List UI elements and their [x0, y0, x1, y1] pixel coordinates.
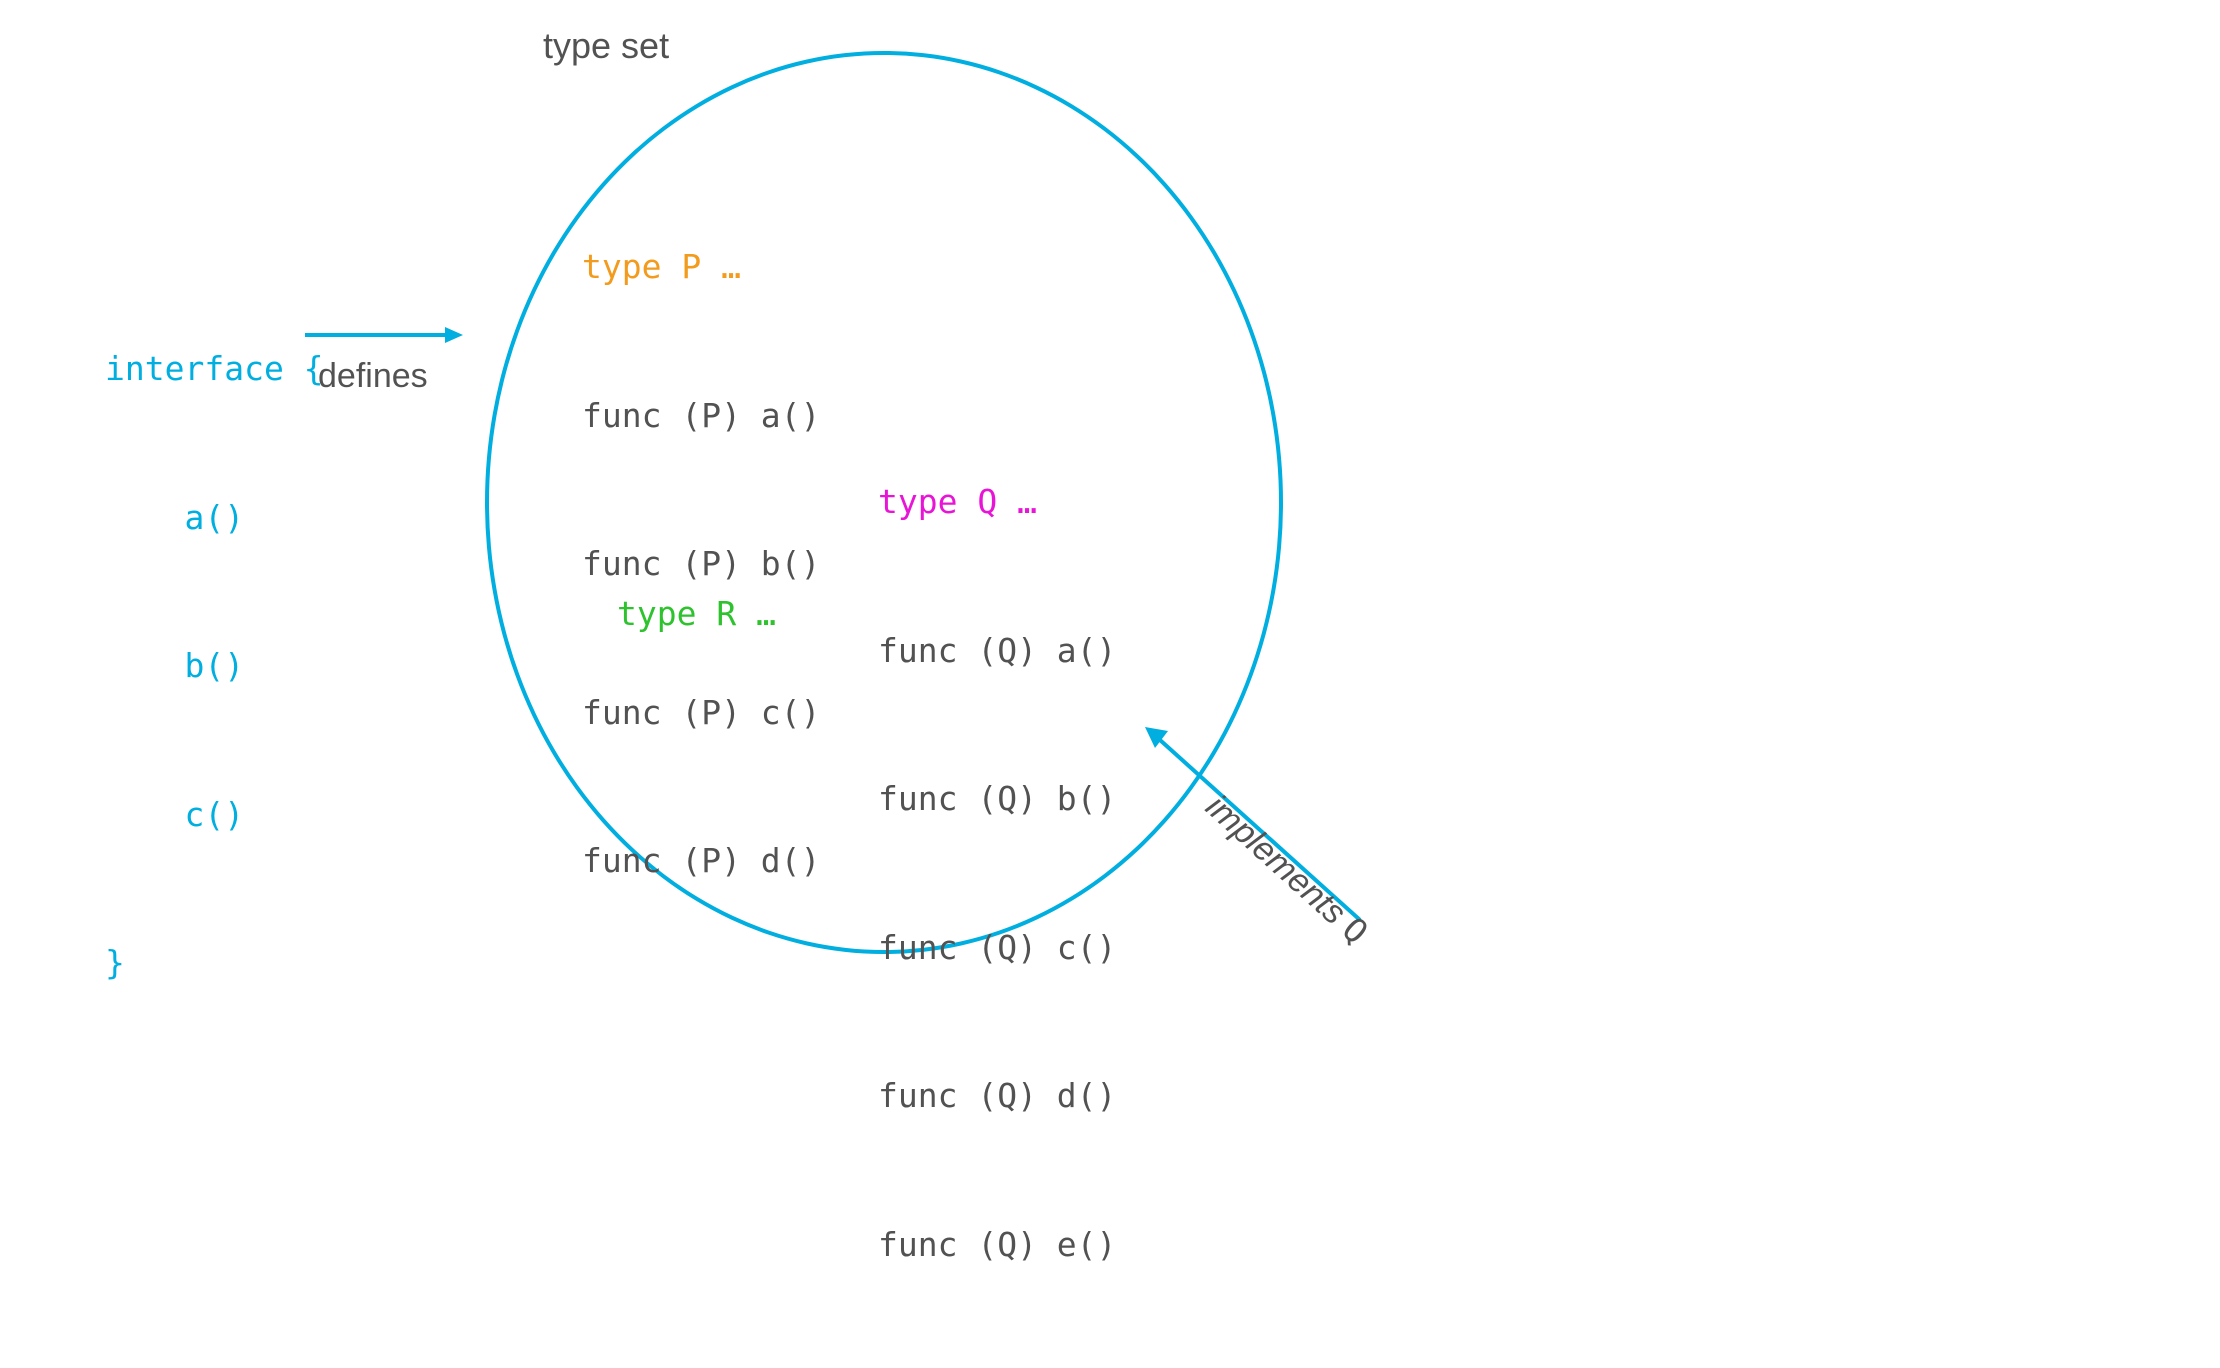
type-q-block: type Q … func (Q) a() func (Q) b() func … — [878, 378, 1116, 1368]
interface-line-1: interface { — [105, 344, 324, 394]
type-q-m2: func (Q) b() — [878, 774, 1116, 824]
type-q-m5: func (Q) e() — [878, 1220, 1116, 1270]
defines-arrow — [305, 315, 465, 355]
type-p-decl: type P … — [582, 242, 820, 292]
type-q-m4: func (Q) d() — [878, 1071, 1116, 1121]
type-r-block: type R … — [617, 490, 776, 738]
type-q-decl: type Q … — [878, 477, 1116, 527]
diagram-canvas: type set interface { a() b() c() } defin… — [0, 0, 2220, 1024]
type-set-label: type set — [543, 25, 669, 67]
defines-label: defines — [318, 357, 428, 396]
type-p-m1: func (P) a() — [582, 391, 820, 441]
type-q-m3: func (Q) c() — [878, 923, 1116, 973]
type-p-m4: func (P) d() — [582, 836, 820, 886]
interface-line-5: } — [105, 938, 324, 988]
interface-line-2: a() — [105, 493, 324, 543]
interface-block: interface { a() b() c() } — [105, 245, 324, 1087]
type-r-decl: type R … — [617, 589, 776, 639]
interface-line-3: b() — [105, 641, 324, 691]
interface-line-4: c() — [105, 790, 324, 840]
type-q-m1: func (Q) a() — [878, 626, 1116, 676]
